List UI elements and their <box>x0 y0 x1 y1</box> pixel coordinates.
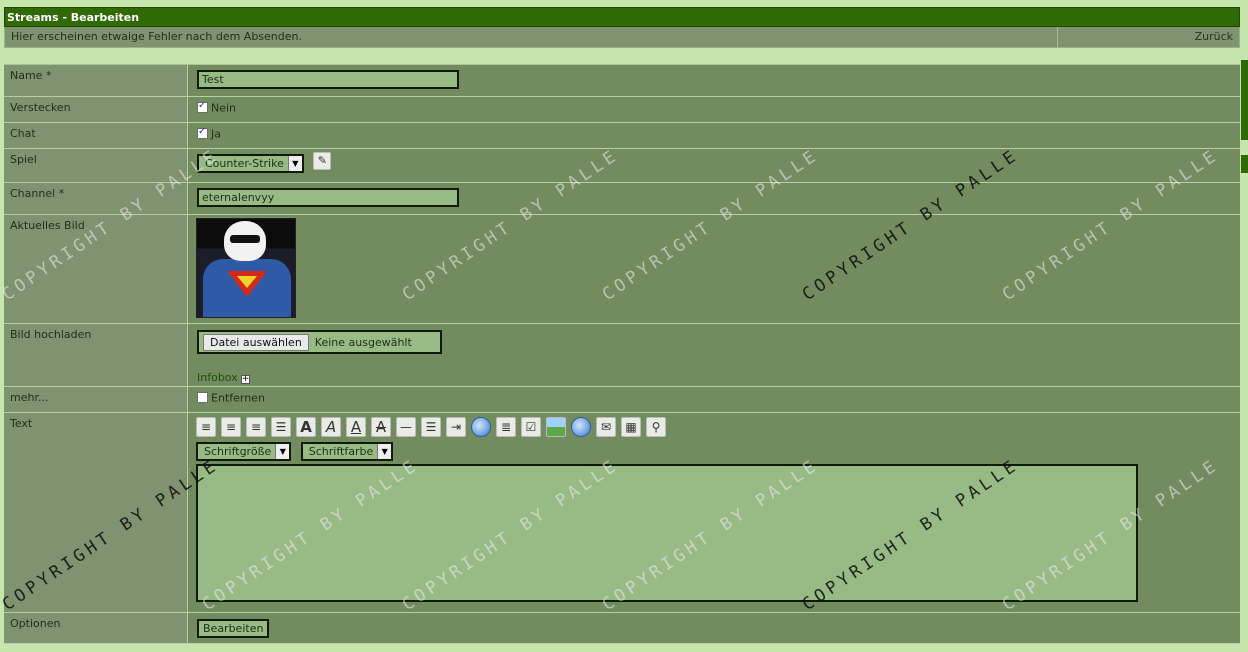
font-color-value: Schriftfarbe <box>308 445 374 458</box>
label-channel: Channel * <box>4 183 188 214</box>
label-chat: Chat <box>4 123 188 148</box>
row-options: Optionen Bearbeiten <box>4 613 1240 644</box>
link-icon[interactable] <box>571 417 591 437</box>
game-settings-icon[interactable]: ✎ <box>313 151 332 170</box>
info-separator <box>1057 27 1058 47</box>
editor-toolbar: ≡ ≡ ≡ ☰ A A A A — ☰ ⇥ ≣ ☑ ✉ ▦ ⚲ <box>196 417 1232 437</box>
error-message: Hier erscheinen etwaige Fehler nach dem … <box>11 30 303 43</box>
label-game: Spiel <box>4 149 188 182</box>
label-upload: Bild hochladen <box>4 324 188 386</box>
label-name: Name * <box>4 65 188 96</box>
row-more: mehr... Entfernen <box>4 387 1240 413</box>
choose-file-button[interactable]: Datei auswählen <box>203 333 309 351</box>
stream-edit-panel: Streams - Bearbeiten Hier erscheinen etw… <box>4 7 1240 644</box>
hide-text: Nein <box>211 101 237 115</box>
justify-icon[interactable]: ☰ <box>271 417 291 437</box>
label-text: Text <box>4 413 188 612</box>
row-hide: Verstecken Nein <box>4 97 1240 123</box>
image-visor <box>230 235 260 243</box>
chevron-down-icon: ▼ <box>377 444 392 459</box>
label-more: mehr... <box>4 387 188 412</box>
horizontal-rule-icon[interactable]: — <box>396 417 416 437</box>
plus-icon: + <box>240 374 250 384</box>
italic-icon[interactable]: A <box>321 417 341 437</box>
current-image-thumbnail <box>196 218 296 318</box>
scrollbar-thumb[interactable] <box>1241 60 1248 140</box>
chevron-down-icon: ▼ <box>287 156 302 171</box>
name-input[interactable]: Test <box>197 70 459 89</box>
scrollbar-marker <box>1241 155 1248 173</box>
search-icon[interactable]: ⚲ <box>646 417 666 437</box>
image-icon[interactable] <box>546 417 566 437</box>
row-upload: Bild hochladen Datei auswählen Keine aus… <box>4 324 1240 387</box>
bold-icon[interactable]: A <box>296 417 316 437</box>
row-current-image: Aktuelles Bild <box>4 215 1240 324</box>
quote-icon[interactable] <box>471 417 491 437</box>
underline-icon[interactable]: A <box>346 417 366 437</box>
chevron-down-icon: ▼ <box>275 444 290 459</box>
row-text: Text ≡ ≡ ≡ ☰ A A A A — ☰ ⇥ ≣ ☑ ✉ ▦ ⚲ Schriftgröße ▼ Schr… <box>4 413 1240 613</box>
align-center-icon[interactable]: ≡ <box>221 417 241 437</box>
font-size-select[interactable]: Schriftgröße ▼ <box>196 442 292 461</box>
chat-checkbox[interactable] <box>197 126 208 139</box>
file-status: Keine ausgewählt <box>314 335 412 349</box>
infobox-toggle[interactable]: Infobox + <box>197 371 250 384</box>
table-icon[interactable]: ▦ <box>621 417 641 437</box>
channel-input[interactable]: eternalenvyy <box>197 188 459 207</box>
list-icon[interactable]: ☰ <box>421 417 441 437</box>
remove-text: Entfernen <box>211 391 265 405</box>
format-selects: Schriftgröße ▼ Schriftfarbe ▼ <box>196 442 1232 461</box>
label-hide: Verstecken <box>4 97 188 122</box>
back-link[interactable]: Zurück <box>1195 27 1233 47</box>
infobox-label: Infobox <box>197 371 238 384</box>
game-select-value: Counter-Strike <box>205 157 284 170</box>
email-icon[interactable]: ✉ <box>596 417 616 437</box>
file-input[interactable]: Datei auswählen Keine ausgewählt <box>197 330 442 354</box>
align-right-icon[interactable]: ≡ <box>246 417 266 437</box>
label-options: Optionen <box>4 613 188 643</box>
info-bar: Hier erscheinen etwaige Fehler nach dem … <box>4 27 1240 48</box>
panel-title: Streams - Bearbeiten <box>4 7 1240 27</box>
row-name: Name * Test <box>4 65 1240 97</box>
checklist-icon[interactable]: ☑ <box>521 417 541 437</box>
remove-checkbox[interactable] <box>197 391 208 403</box>
hide-checkbox[interactable] <box>197 100 208 113</box>
font-size-value: Schriftgröße <box>204 445 272 458</box>
indent-icon[interactable]: ⇥ <box>446 417 466 437</box>
chat-text: Ja <box>211 127 221 141</box>
game-select[interactable]: Counter-Strike ▼ <box>197 154 304 173</box>
align-left-icon[interactable]: ≡ <box>196 417 216 437</box>
text-editor[interactable] <box>196 464 1138 602</box>
strikethrough-icon[interactable]: A <box>371 417 391 437</box>
submit-button[interactable]: Bearbeiten <box>197 619 270 638</box>
row-game: Spiel Counter-Strike ▼ ✎ <box>4 149 1240 183</box>
label-current-image: Aktuelles Bild <box>4 215 188 323</box>
row-channel: Channel * eternalenvyy <box>4 183 1240 215</box>
code-icon[interactable]: ≣ <box>496 417 516 437</box>
row-chat: Chat Ja <box>4 123 1240 149</box>
edit-form: Name * Test Verstecken Nein Chat Ja Spie… <box>4 64 1240 644</box>
font-color-select[interactable]: Schriftfarbe ▼ <box>300 442 394 461</box>
